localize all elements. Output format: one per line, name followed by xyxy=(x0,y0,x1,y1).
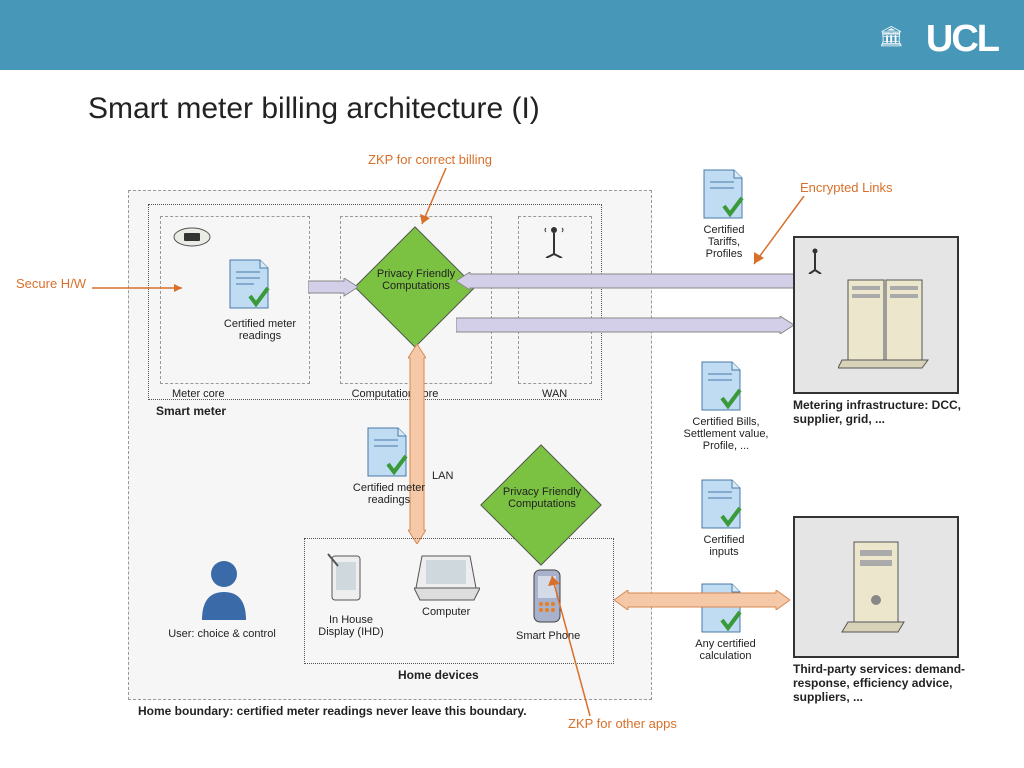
cert-bills-label: Certified Bills, Settlement value, Profi… xyxy=(676,416,776,452)
annot-encrypted-links: Encrypted Links xyxy=(800,180,893,195)
ihd-icon xyxy=(326,552,366,608)
third-party-label: Third-party services: demand-response, e… xyxy=(793,662,973,704)
meter-core-label: Meter core xyxy=(172,388,225,400)
pfc-2-label: Privacy Friendly Computations xyxy=(492,486,592,510)
ucl-building-icon: 🏛 xyxy=(879,24,904,49)
header-bar xyxy=(0,0,1024,70)
metering-infra-label: Metering infrastructure: DCC, supplier, … xyxy=(793,398,963,426)
doc-icon-tariffs xyxy=(702,168,744,220)
computer-label: Computer xyxy=(422,606,470,618)
cert-tariffs-label: Certified Tariffs, Profiles xyxy=(694,224,754,260)
annot-arrow-encrypted-links xyxy=(748,196,808,272)
arrow-infra-to-pfc xyxy=(456,272,794,290)
user-label: User: choice & control xyxy=(162,628,282,640)
annot-arrow-zkp-other xyxy=(546,568,596,716)
ucl-logo: UCL xyxy=(926,18,998,61)
cert-readings-2-label: Certified meter readings xyxy=(344,482,434,506)
server-tower-icon xyxy=(838,536,916,636)
doc-icon-cert-readings-1 xyxy=(228,258,270,310)
arrow-pfc-to-infra xyxy=(456,316,794,334)
annot-arrow-zkp-billing xyxy=(418,168,458,232)
computer-icon xyxy=(414,554,480,602)
home-devices-label: Home devices xyxy=(398,668,479,682)
wan-label: WAN xyxy=(542,388,567,400)
annot-secure-hw: Secure H/W xyxy=(16,276,86,291)
smart-meter-label: Smart meter xyxy=(156,404,226,418)
doc-icon-inputs xyxy=(700,478,742,530)
arrow-lan xyxy=(408,344,426,544)
meter-device-icon xyxy=(172,226,212,248)
lan-label: LAN xyxy=(432,470,453,482)
server-rack-icon xyxy=(838,272,938,372)
computation-core-label: Computation core xyxy=(350,388,440,400)
ihd-label: In House Display (IHD) xyxy=(314,614,388,638)
annot-arrow-secure-hw xyxy=(92,283,192,293)
arrow-meter-to-pfc xyxy=(308,278,358,298)
annot-zkp-other: ZKP for other apps xyxy=(568,716,677,731)
antenna-icon-1 xyxy=(540,224,568,258)
arrow-home-to-thirdparty xyxy=(614,590,790,610)
slide-title: Smart meter billing architecture (I) xyxy=(88,92,540,126)
pfc-1-label: Privacy Friendly Computations xyxy=(366,268,466,292)
annot-zkp-billing: ZKP for correct billing xyxy=(368,152,492,167)
any-cert-label: Any certified calculation xyxy=(688,638,763,662)
cert-readings-1-label: Certified meter readings xyxy=(220,318,300,342)
user-icon xyxy=(196,558,252,622)
home-boundary-label: Home boundary: certified meter readings … xyxy=(138,704,527,718)
doc-icon-bills xyxy=(700,360,742,412)
cert-inputs-label: Certified inputs xyxy=(694,534,754,558)
doc-icon-cert-readings-2 xyxy=(366,426,408,478)
